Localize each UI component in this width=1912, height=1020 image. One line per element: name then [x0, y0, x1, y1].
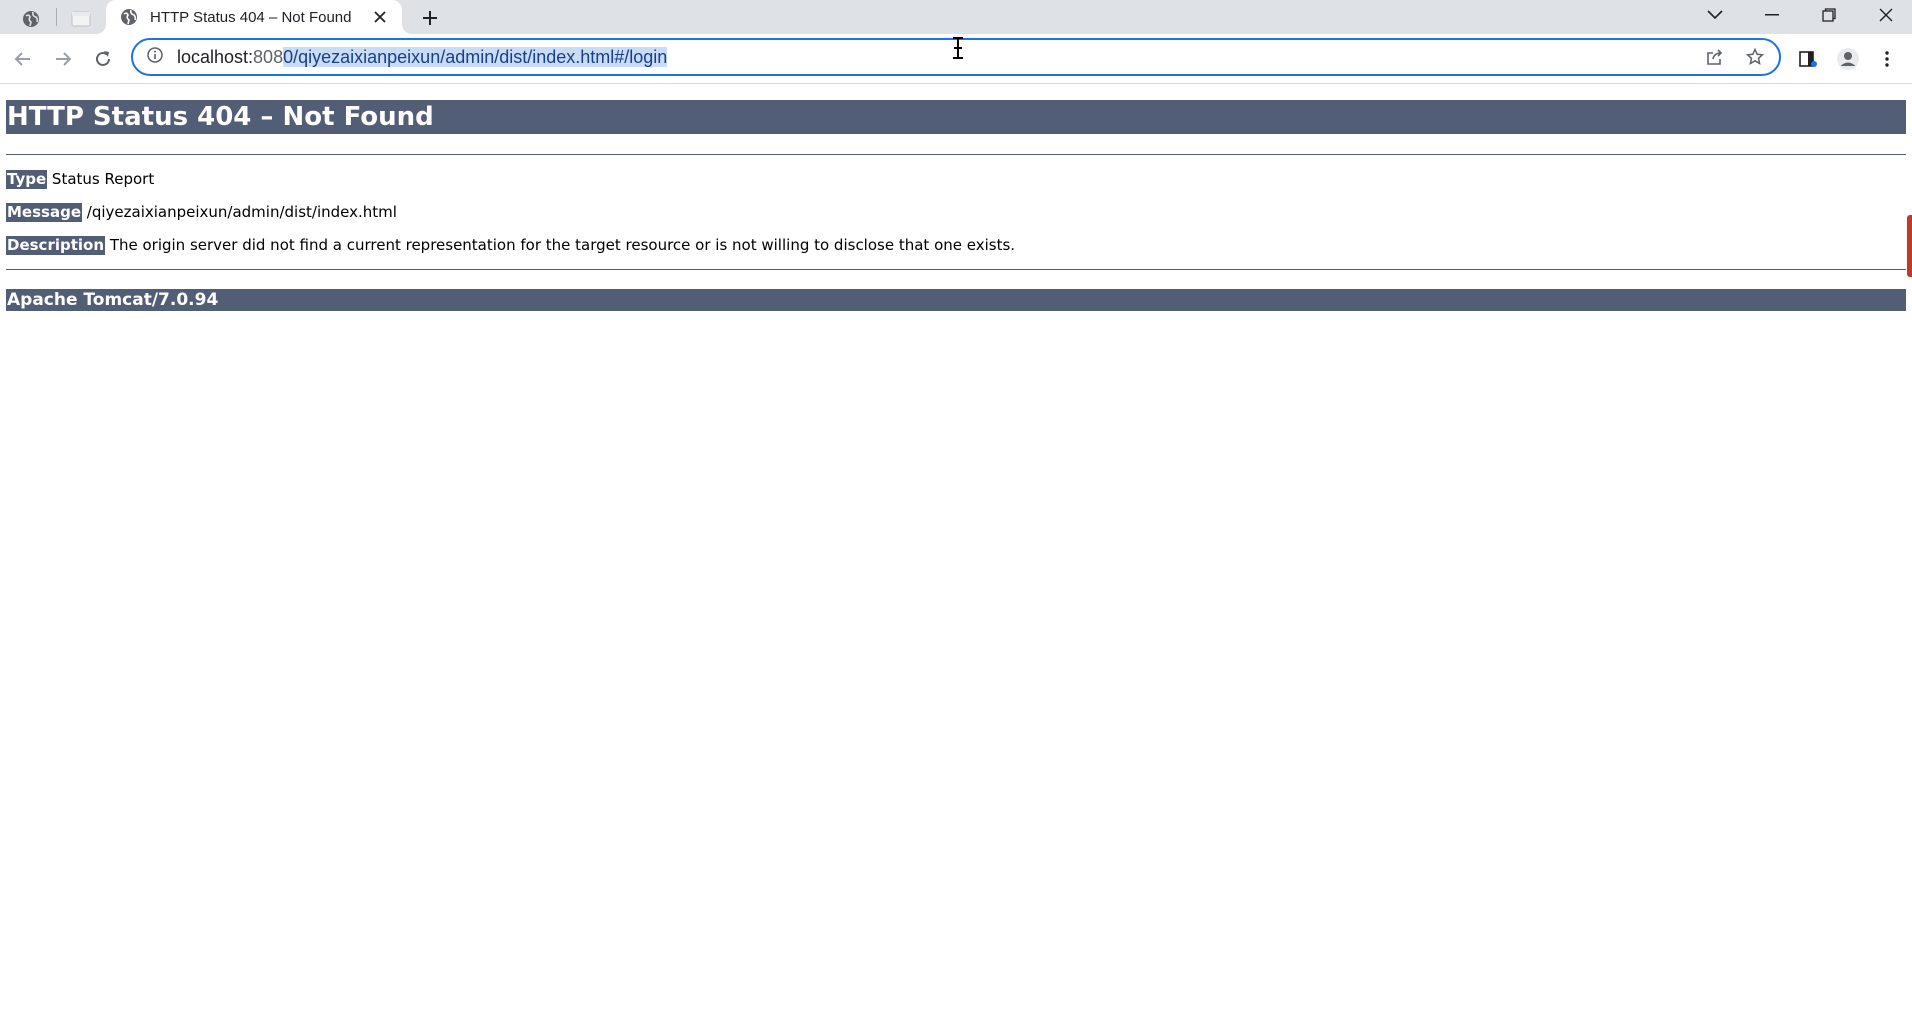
minimize-button[interactable] [1744, 0, 1800, 30]
type-row: Type Status Report [6, 170, 1906, 189]
restore-icon [1822, 8, 1836, 22]
new-tab-button[interactable] [414, 4, 446, 32]
tab-search-button[interactable] [1687, 0, 1743, 30]
message-label: Message [6, 203, 82, 222]
chevron-down-icon [1707, 10, 1723, 20]
tab-strip: HTTP Status 404 – Not Found [0, 0, 1912, 34]
browser-toolbar: localhost:8080/qiyezaixianpeixun/admin/d… [0, 34, 1912, 84]
side-panel-icon [1799, 51, 1817, 67]
blank-page-icon [71, 11, 91, 27]
menu-button[interactable] [1871, 43, 1903, 75]
globe-icon [121, 9, 137, 25]
reload-button[interactable] [87, 43, 119, 75]
side-panel-button[interactable] [1792, 43, 1824, 75]
close-window-button[interactable] [1858, 0, 1912, 30]
arrow-left-icon [14, 52, 30, 66]
divider [6, 269, 1906, 270]
url-selected-text: 0/qiyezaixianpeixun/admin/dist/index.htm… [283, 46, 668, 67]
globe-icon [23, 11, 39, 27]
type-label: Type [6, 170, 48, 189]
bookmark-button[interactable] [1741, 43, 1769, 71]
arrow-right-icon [56, 52, 72, 66]
address-bar[interactable]: localhost:8080/qiyezaixianpeixun/admin/d… [131, 38, 1781, 76]
divider [6, 154, 1906, 155]
profile-button[interactable] [1832, 43, 1864, 75]
server-footer: Apache Tomcat/7.0.94 [6, 289, 1906, 311]
reload-icon [96, 51, 110, 66]
type-value: Status Report [51, 170, 155, 188]
description-row: Description The origin server did not fi… [6, 236, 1906, 255]
tab-title: HTTP Status 404 – Not Found [150, 8, 352, 26]
more-vertical-icon [1885, 51, 1889, 67]
scrollbar-marker[interactable] [1907, 215, 1912, 277]
message-row: Message /qiyezaixianpeixun/admin/dist/in… [6, 203, 1906, 222]
share-icon [1707, 49, 1723, 65]
tab-separator [56, 8, 57, 26]
avatar-icon [1837, 48, 1859, 70]
back-button[interactable] [7, 43, 39, 75]
plus-icon [423, 11, 437, 25]
tab-active[interactable]: HTTP Status 404 – Not Found [96, 0, 412, 34]
close-tab-button[interactable] [370, 7, 390, 27]
share-button[interactable] [1701, 43, 1729, 71]
close-icon [374, 11, 386, 23]
error-page: HTTP Status 404 – Not Found Type Status … [6, 100, 1906, 311]
description-label: Description [6, 236, 106, 255]
close-icon [1879, 8, 1893, 22]
star-icon [1746, 48, 1764, 66]
pinned-tab-1[interactable] [8, 4, 54, 34]
url-text[interactable]: localhost:8080/qiyezaixianpeixun/admin/d… [177, 46, 1701, 68]
url-port: 808 [253, 46, 284, 67]
forward-button[interactable] [47, 43, 79, 75]
restore-button[interactable] [1801, 0, 1857, 30]
url-host: localhost: [177, 46, 254, 67]
description-value: The origin server did not find a current… [109, 236, 1016, 254]
info-icon[interactable] [147, 46, 163, 68]
page-title: HTTP Status 404 – Not Found [6, 100, 1906, 134]
message-value: /qiyezaixianpeixun/admin/dist/index.html [86, 203, 397, 221]
minimize-icon [1765, 14, 1779, 16]
